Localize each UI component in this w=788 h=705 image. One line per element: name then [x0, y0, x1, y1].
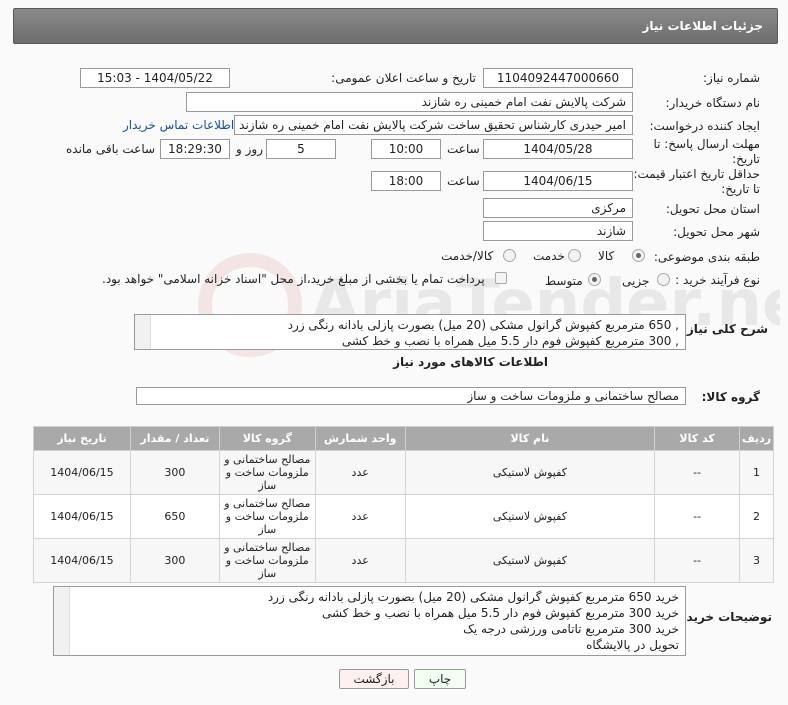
city-label: شهر محل تحویل: — [673, 225, 760, 239]
creator-label: ایجاد کننده درخواست: — [649, 119, 760, 133]
process-option-minor: جزیی — [622, 274, 650, 288]
col-row-header: ردیف — [739, 426, 774, 451]
buyer-notes-line-3: خرید 300 مترمربع تاتامی ورزشی درجه یک — [463, 622, 679, 636]
need-number-field[interactable]: 1104092447000660 — [483, 68, 633, 88]
buyer-notes-textarea[interactable]: خرید 650 مترمربع کفپوش گرانول مشکی (20 م… — [53, 586, 686, 656]
process-radio-minor[interactable] — [657, 273, 670, 286]
col-date-header: تاریخ نیاز — [33, 426, 131, 451]
col-qty-header: تعداد / مقدار — [129, 426, 220, 451]
cell-row: 2 — [739, 494, 774, 539]
creator-field[interactable]: امیر حیدری کارشناس تحقیق ساخت شرکت پالای… — [234, 115, 633, 135]
table-row[interactable]: 2 -- کفپوش لاستیکی عدد مصالح ساختمانی و … — [33, 494, 774, 539]
cell-unit: عدد — [314, 450, 406, 495]
category-option-service: خدمت — [533, 249, 565, 263]
cell-group: مصالح ساختمانی و ملزومات ساخت و ساز — [218, 494, 316, 539]
buyer-contact-link[interactable]: اطلاعات تماس خریدار — [123, 118, 234, 132]
table-row[interactable]: 1 -- کفپوش لاستیکی عدد مصالح ساختمانی و … — [33, 450, 774, 495]
category-option-goods-service: کالا/خدمت — [441, 249, 494, 263]
items-table: ردیف کد کالا نام کالا واحد شمارش گروه کا… — [33, 426, 774, 583]
treasury-payment-note: پرداخت تمام یا بخشی از مبلغ خرید،از محل … — [102, 272, 485, 286]
cell-code: -- — [654, 494, 741, 539]
cell-row: 3 — [739, 538, 774, 583]
cell-unit: عدد — [314, 538, 406, 583]
cell-date: 1404/06/15 — [33, 538, 131, 583]
col-code-header: کد کالا — [654, 426, 741, 451]
deadline-label-2: تاریخ: — [732, 152, 760, 166]
announce-field[interactable]: 1404/05/22 - 15:03 — [80, 68, 230, 88]
cell-row: 1 — [739, 450, 774, 495]
cell-date: 1404/06/15 — [33, 494, 131, 539]
province-field[interactable]: مرکزی — [483, 198, 633, 218]
cell-name: کفپوش لاستیکی — [404, 450, 656, 495]
min-price-label-2: تا تاریخ: — [721, 182, 760, 196]
days-field[interactable]: 5 — [266, 139, 336, 159]
need-number-label: شماره نیاز: — [703, 71, 760, 85]
goods-group-label: گروه کالا: — [701, 390, 760, 404]
deadline-time-field[interactable]: 10:00 — [371, 139, 441, 159]
category-radio-goods-service[interactable] — [503, 249, 516, 262]
back-button[interactable]: بازگشت — [339, 669, 409, 689]
category-label: طبقه بندی موضوعی: — [653, 250, 760, 264]
cell-qty: 650 — [129, 494, 220, 539]
category-option-goods: کالا — [598, 249, 615, 263]
cell-qty: 300 — [129, 450, 220, 495]
process-option-medium: متوسط — [545, 274, 583, 288]
cell-group: مصالح ساختمانی و ملزومات ساخت و ساز — [218, 450, 316, 495]
announce-label: تاریخ و ساعت اعلان عمومی: — [331, 71, 476, 85]
process-label: نوع فرآیند خرید : — [675, 273, 760, 287]
remaining-label: ساعت باقی مانده — [66, 142, 156, 156]
summary-line-1: , 650 مترمربع کفپوش گرانول مشکی (20 میل)… — [287, 318, 679, 332]
city-field[interactable]: شازند — [483, 221, 633, 241]
cell-code: -- — [654, 538, 741, 583]
treasury-payment-checkbox[interactable] — [495, 272, 507, 284]
buyer-label: نام دستگاه خریدار: — [665, 96, 761, 110]
buyer-notes-line-2: خرید 300 مترمربع کفپوش فوم دار 5.5 میل ه… — [321, 606, 679, 620]
goods-group-field[interactable]: مصالح ساختمانی و ملزومات ساخت و ساز — [136, 387, 686, 405]
category-radio-service[interactable] — [568, 249, 581, 262]
min-price-time-label: ساعت — [447, 174, 480, 188]
province-label: استان محل تحویل: — [665, 202, 760, 216]
summary-scrollbar[interactable] — [135, 315, 151, 349]
page-header: جزئیات اطلاعات نیاز — [13, 8, 778, 44]
cell-date: 1404/06/15 — [33, 450, 131, 495]
buyer-notes-line-4: تحویل در پالایشگاه — [586, 638, 679, 652]
process-radio-medium[interactable] — [588, 273, 601, 286]
cell-unit: عدد — [314, 494, 406, 539]
buyer-notes-scrollbar[interactable] — [54, 587, 70, 655]
min-price-time-field[interactable]: 18:00 — [371, 171, 441, 191]
category-radio-goods[interactable] — [632, 249, 645, 262]
summary-textarea[interactable]: , 650 مترمربع کفپوش گرانول مشکی (20 میل)… — [134, 314, 686, 350]
cell-qty: 300 — [129, 538, 220, 583]
cell-code: -- — [654, 450, 741, 495]
col-name-header: نام کالا — [404, 426, 656, 451]
buyer-notes-line-1: خرید 650 مترمربع کفپوش گرانول مشکی (20 م… — [267, 590, 679, 604]
cell-name: کفپوش لاستیکی — [404, 494, 656, 539]
print-button[interactable]: چاپ — [414, 669, 466, 689]
page-title: جزئیات اطلاعات نیاز — [642, 19, 763, 33]
deadline-time-label: ساعت — [447, 142, 480, 156]
deadline-label: مهلت ارسال پاسخ: تا — [653, 137, 760, 151]
cell-name: کفپوش لاستیکی — [404, 538, 656, 583]
table-row[interactable]: 3 -- کفپوش لاستیکی عدد مصالح ساختمانی و … — [33, 538, 774, 583]
min-price-date-field[interactable]: 1404/06/15 — [483, 171, 633, 191]
min-price-label: حداقل تاریخ اعتبار قیمت: — [633, 167, 760, 181]
col-group-header: گروه کالا — [218, 426, 316, 451]
goods-info-title: اطلاعات کالاهای مورد نیاز — [393, 355, 548, 369]
col-unit-header: واحد شمارش — [314, 426, 406, 451]
table-header-row: ردیف کد کالا نام کالا واحد شمارش گروه کا… — [33, 426, 774, 451]
summary-line-2: , 300 مترمربع کفپوش فوم دار 5.5 میل همرا… — [341, 334, 679, 348]
days-label: روز و — [236, 142, 263, 156]
deadline-date-field[interactable]: 1404/05/28 — [483, 139, 633, 159]
remaining-time-field[interactable]: 18:29:30 — [160, 139, 230, 159]
summary-label: شرح کلی نیاز: — [682, 322, 768, 336]
cell-group: مصالح ساختمانی و ملزومات ساخت و ساز — [218, 538, 316, 583]
buyer-field[interactable]: شرکت پالایش نفت امام خمینی ره شازند — [186, 92, 633, 112]
